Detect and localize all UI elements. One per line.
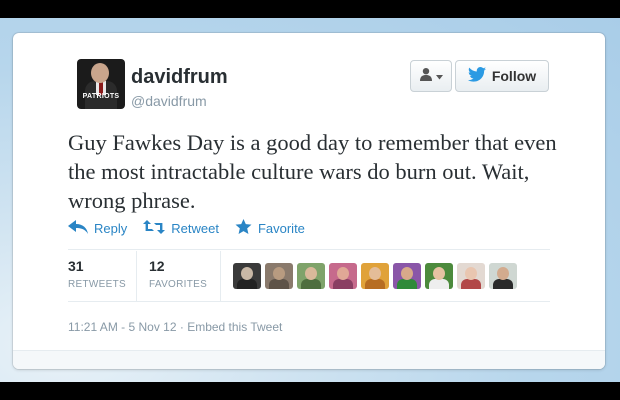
reply-label: Reply <box>94 221 128 236</box>
tweet-actions: Reply Retweet Favorite <box>68 219 305 238</box>
favoriter-avatar[interactable] <box>457 263 485 289</box>
author-handle[interactable]: @davidfrum <box>131 93 207 109</box>
divider <box>68 249 550 250</box>
star-icon <box>235 219 252 238</box>
timestamp[interactable]: 11:21 AM - 5 Nov 12 <box>68 320 177 334</box>
reply-arrow-icon <box>68 220 88 237</box>
tweet-text: Guy Fawkes Day is a good day to remember… <box>68 130 557 213</box>
user-actions-button[interactable] <box>410 60 452 92</box>
retweets-stat[interactable]: 31 RETWEETS <box>68 258 126 290</box>
favorite-button[interactable]: Favorite <box>235 219 305 238</box>
favoriter-avatar[interactable] <box>425 263 453 289</box>
favoriter-avatar[interactable] <box>393 263 421 289</box>
tweet-card: PATRIOTS davidfrum @davidfrum Follow Guy… <box>13 33 605 369</box>
favorites-stat[interactable]: 12 FAVORITES <box>149 258 207 290</box>
separator: · <box>176 320 188 334</box>
reply-button[interactable]: Reply <box>68 219 127 238</box>
person-icon <box>419 67 433 86</box>
chevron-down-icon <box>436 67 443 85</box>
author-name[interactable]: davidfrum <box>131 66 228 89</box>
avatar[interactable]: PATRIOTS <box>77 59 125 109</box>
retweet-label: Retweet <box>171 221 219 236</box>
retweets-label: RETWEETS <box>68 279 126 290</box>
divider <box>68 301 550 302</box>
favoriter-avatars <box>233 263 517 289</box>
divider <box>136 251 137 301</box>
favorites-label: FAVORITES <box>149 279 208 290</box>
follow-button[interactable]: Follow <box>455 60 549 92</box>
favoriter-avatar[interactable] <box>361 263 389 289</box>
favorite-label: Favorite <box>257 221 305 236</box>
follow-label: Follow <box>491 68 537 84</box>
retweet-icon <box>143 220 166 237</box>
twitter-bird-icon <box>467 67 486 85</box>
favoriter-avatar[interactable] <box>265 263 293 289</box>
card-footer <box>13 350 605 369</box>
tweet-meta: 11:21 AM - 5 Nov 12 · Embed this Tweet <box>68 320 282 334</box>
avatar-logo-text: PATRIOTS <box>82 93 120 100</box>
favoriter-avatar[interactable] <box>233 263 261 289</box>
retweets-count: 31 <box>68 258 84 274</box>
divider <box>220 251 221 301</box>
favoriter-avatar[interactable] <box>489 263 517 289</box>
favorites-count: 12 <box>149 258 165 274</box>
embed-tweet-link[interactable]: Embed this Tweet <box>187 320 282 334</box>
favoriter-avatar[interactable] <box>329 263 357 289</box>
favoriter-avatar[interactable] <box>297 263 325 289</box>
retweet-button[interactable]: Retweet <box>143 219 219 238</box>
